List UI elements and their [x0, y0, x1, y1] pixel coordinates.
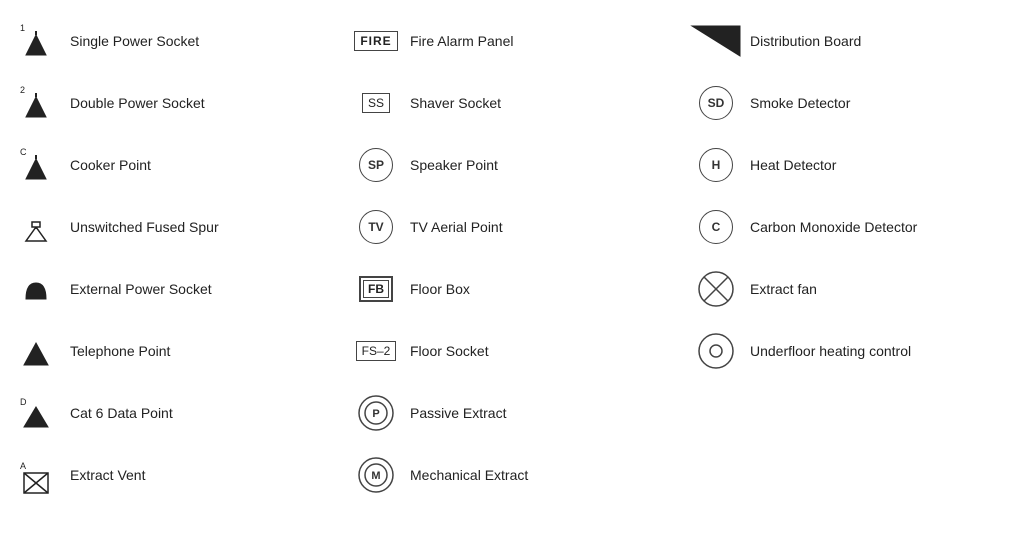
speaker-label: Speaker Point: [410, 157, 498, 173]
shaver-symbol: SS: [350, 93, 402, 113]
carbon-label: Carbon Monoxide Detector: [750, 219, 917, 235]
mechanical-circle-wrap: M: [357, 456, 395, 494]
cat6-label: Cat 6 Data Point: [70, 405, 173, 421]
tv-circle: TV: [359, 210, 393, 244]
double-power-label: Double Power Socket: [70, 95, 205, 111]
cat6-symbol: D: [10, 393, 62, 433]
smoke-symbol: SD: [690, 86, 742, 120]
floor-box-label: Floor Box: [410, 281, 470, 297]
fire-alarm-box: FIRE: [354, 31, 397, 51]
double-power-socket-item: 2 Double Power Socket: [10, 72, 330, 134]
shaver-box: SS: [362, 93, 390, 113]
speaker-point-item: SP Speaker Point: [350, 134, 670, 196]
column-3: Distribution Board SD Smoke Detector H H…: [680, 10, 1018, 544]
smoke-label: Smoke Detector: [750, 95, 850, 111]
carbon-circle: C: [699, 210, 733, 244]
underfloor-symbol: [690, 332, 742, 370]
carbon-monoxide-item: C Carbon Monoxide Detector: [690, 196, 1008, 258]
cat6-data-point-item: D Cat 6 Data Point: [10, 382, 330, 444]
floor-socket-item: FS–2 Floor Socket: [350, 320, 670, 382]
telephone-point-item: Telephone Point: [10, 320, 330, 382]
floor-box-box: FB: [359, 276, 393, 302]
extract-vent-symbol: A: [10, 455, 62, 495]
floor-socket-symbol: FS–2: [350, 341, 402, 361]
double-power-symbol: 2: [10, 83, 62, 123]
svg-text:M: M: [371, 470, 380, 482]
external-power-label: External Power Socket: [70, 281, 212, 297]
fire-alarm-label: Fire Alarm Panel: [410, 33, 513, 49]
passive-extract-item: P Passive Extract: [350, 382, 670, 444]
svg-text:A: A: [20, 461, 26, 471]
carbon-symbol: C: [690, 210, 742, 244]
external-power-symbol: [10, 269, 62, 309]
column-2: FIRE Fire Alarm Panel SS Shaver Socket S…: [340, 10, 680, 544]
mechanical-symbol: M: [350, 456, 402, 494]
cooker-label: Cooker Point: [70, 157, 151, 173]
shaver-socket-item: SS Shaver Socket: [350, 72, 670, 134]
svg-text:P: P: [372, 408, 379, 420]
single-power-symbol: 1: [10, 21, 62, 61]
extract-vent-item: A Extract Vent: [10, 444, 330, 506]
svg-text:2: 2: [20, 85, 25, 95]
svg-text:C: C: [20, 147, 27, 157]
passive-circle-wrap: P: [357, 394, 395, 432]
passive-symbol: P: [350, 394, 402, 432]
distribution-board-item: Distribution Board: [690, 10, 1008, 72]
heat-label: Heat Detector: [750, 157, 836, 173]
underfloor-label: Underfloor heating control: [750, 343, 911, 359]
speaker-symbol: SP: [350, 148, 402, 182]
mechanical-extract-item: M Mechanical Extract: [350, 444, 670, 506]
shaver-label: Shaver Socket: [410, 95, 501, 111]
external-power-socket-item: External Power Socket: [10, 258, 330, 320]
tv-label: TV Aerial Point: [410, 219, 503, 235]
heat-symbol: H: [690, 148, 742, 182]
floor-socket-box: FS–2: [356, 341, 397, 361]
extract-fan-label: Extract fan: [750, 281, 817, 297]
mechanical-label: Mechanical Extract: [410, 467, 528, 483]
heat-detector-item: H Heat Detector: [690, 134, 1008, 196]
single-power-label: Single Power Socket: [70, 33, 199, 49]
heat-circle: H: [699, 148, 733, 182]
floor-box-symbol: FB: [350, 276, 402, 302]
dist-board-label: Distribution Board: [750, 33, 861, 49]
cooker-symbol: C: [10, 145, 62, 185]
cooker-point-item: C Cooker Point: [10, 134, 330, 196]
smoke-detector-item: SD Smoke Detector: [690, 72, 1008, 134]
fused-spur-label: Unswitched Fused Spur: [70, 219, 219, 235]
speaker-circle: SP: [359, 148, 393, 182]
fire-alarm-panel-item: FIRE Fire Alarm Panel: [350, 10, 670, 72]
legend-container: 1 Single Power Socket 2 Double Power Soc…: [0, 0, 1018, 554]
telephone-label: Telephone Point: [70, 343, 170, 359]
dist-board-symbol: [690, 26, 742, 56]
passive-label: Passive Extract: [410, 405, 506, 421]
extract-fan-symbol: [690, 270, 742, 308]
fire-alarm-symbol: FIRE: [350, 31, 402, 51]
single-power-socket-item: 1 Single Power Socket: [10, 10, 330, 72]
unswitched-fused-spur-item: Unswitched Fused Spur: [10, 196, 330, 258]
floor-socket-label: Floor Socket: [410, 343, 489, 359]
tv-symbol: TV: [350, 210, 402, 244]
column-1: 1 Single Power Socket 2 Double Power Soc…: [0, 10, 340, 544]
underfloor-heating-item: Underfloor heating control: [690, 320, 1008, 382]
extract-vent-label: Extract Vent: [70, 467, 145, 483]
floor-box-item: FB Floor Box: [350, 258, 670, 320]
tv-aerial-point-item: TV TV Aerial Point: [350, 196, 670, 258]
fused-spur-symbol: [10, 207, 62, 247]
telephone-symbol: [10, 331, 62, 371]
smoke-circle: SD: [699, 86, 733, 120]
extract-fan-item: Extract fan: [690, 258, 1008, 320]
svg-text:D: D: [20, 397, 27, 407]
svg-text:1: 1: [20, 23, 25, 33]
